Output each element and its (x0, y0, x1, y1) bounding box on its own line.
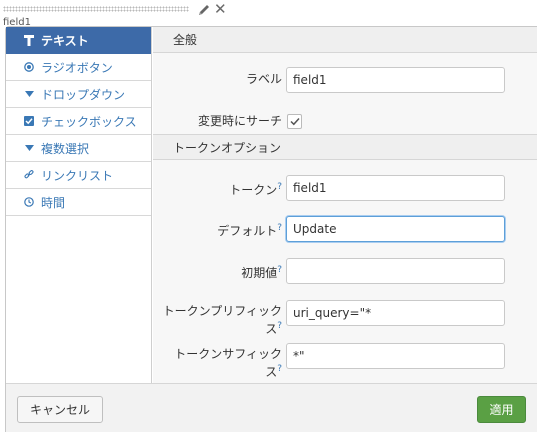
checkmark-icon (289, 117, 300, 126)
apply-button[interactable]: 適用 (477, 396, 526, 423)
token-suffix-label: トークンサフィック ス? (174, 347, 282, 379)
link-icon (24, 169, 34, 181)
help-mark[interactable]: ? (277, 265, 282, 275)
search-on-change-label: 変更時にサーチ (197, 114, 282, 128)
sidebar-item-label: リンクリスト (41, 168, 114, 183)
sidebar-item-checkbox[interactable]: チェックボックス (6, 108, 151, 135)
token-prefix-input[interactable] (286, 300, 505, 326)
sidebar-item-label: テキスト (41, 33, 89, 48)
sidebar-item-label: ラジオボタン (41, 60, 113, 75)
clock-icon (24, 196, 34, 208)
initial-value-input[interactable] (286, 258, 505, 284)
sidebar-item-link-list[interactable]: リンクリスト (6, 162, 151, 189)
dropdown-caret-icon (24, 88, 34, 100)
settings-panel: 全般 ラベル 変更時にサーチ トークンオプション トークン? デフォルト? 初期… (153, 27, 537, 383)
sidebar-item-radio[interactable]: ラジオボタン (6, 54, 151, 81)
sidebar-item-time[interactable]: 時間 (6, 189, 151, 216)
token-input[interactable] (286, 175, 505, 201)
cancel-button[interactable]: キャンセル (17, 396, 103, 423)
dialog-footer: キャンセル 適用 (6, 383, 537, 432)
input-type-sidebar: テキスト ラジオボタン ドロップダウン チェックボックス 複数選択 リンクリスト… (6, 27, 152, 383)
help-mark[interactable]: ? (277, 321, 282, 331)
help-mark[interactable]: ? (277, 223, 282, 233)
sidebar-item-text[interactable]: テキスト (6, 27, 151, 54)
panel-header: field1 ✕ (0, 0, 537, 28)
sidebar-item-label: ドロップダウン (41, 87, 126, 102)
token-label: トークン? (229, 182, 282, 197)
search-on-change-checkbox[interactable] (287, 114, 302, 129)
token-prefix-label: トークンプリフィック ス? (162, 304, 282, 336)
default-label: デフォルト? (217, 223, 282, 238)
section-title-token-options: トークンオプション (153, 134, 537, 160)
label-field-label: ラベル (245, 72, 282, 86)
help-mark[interactable]: ? (277, 182, 282, 192)
multiselect-caret-icon (24, 142, 34, 154)
checkbox-icon (24, 115, 34, 127)
close-icon[interactable]: ✕ (214, 2, 227, 17)
section-title-general: 全般 (153, 27, 537, 53)
help-mark[interactable]: ? (277, 364, 282, 374)
sidebar-item-label: 複数選択 (41, 141, 90, 156)
initial-value-label: 初期値? (241, 265, 282, 280)
input-editor-popover: テキスト ラジオボタン ドロップダウン チェックボックス 複数選択 リンクリスト… (5, 26, 537, 432)
default-input[interactable] (286, 216, 505, 242)
edit-pencil-icon[interactable] (197, 3, 211, 17)
token-suffix-input[interactable] (286, 343, 505, 369)
radio-icon (24, 61, 34, 73)
label-input[interactable] (286, 67, 505, 93)
text-icon (24, 34, 34, 46)
sidebar-item-dropdown[interactable]: ドロップダウン (6, 81, 151, 108)
sidebar-item-label: チェックボックス (41, 114, 137, 129)
sidebar-item-label: 時間 (41, 195, 66, 210)
sidebar-item-multiselect[interactable]: 複数選択 (6, 135, 151, 162)
drag-handle[interactable] (3, 6, 189, 12)
